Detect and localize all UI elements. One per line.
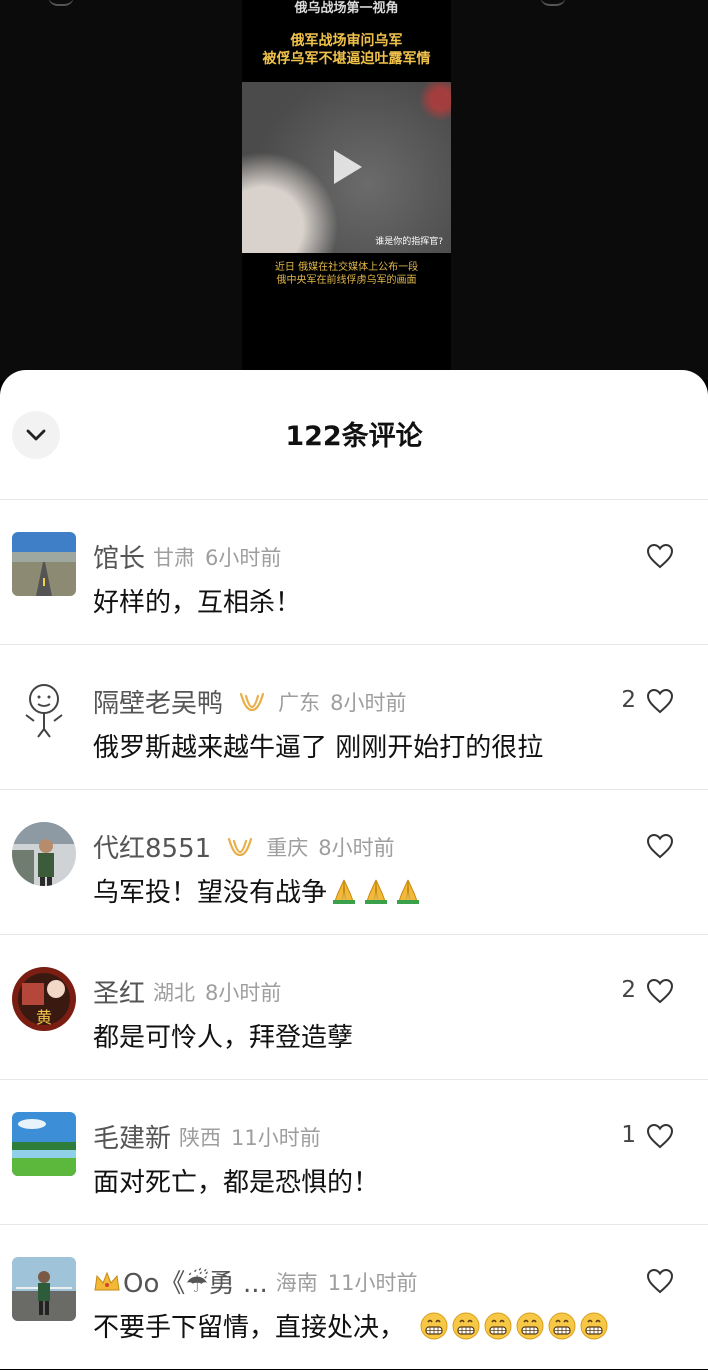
comment-text: 乌军投！望没有战争	[93, 872, 423, 909]
heart-outline-icon[interactable]	[646, 1123, 674, 1149]
username[interactable]: 代红8551	[93, 834, 211, 864]
avatar[interactable]: 黄	[12, 967, 76, 1031]
grinning-face-emoji	[484, 1312, 512, 1340]
video-headline-2: 被俘乌军不堪逼迫吐露军情	[262, 51, 431, 67]
username[interactable]: 隔壁老吴鸭	[93, 689, 223, 719]
crown-emoji	[94, 1271, 120, 1290]
play-icon[interactable]	[334, 150, 362, 184]
username[interactable]: 毛建新	[93, 1124, 171, 1154]
timestamp: 11小时前	[231, 1125, 321, 1150]
like-count: 1	[621, 1122, 636, 1148]
crown-badge-icon	[240, 692, 265, 711]
heart-outline-icon[interactable]	[646, 1268, 674, 1294]
heart-outline-icon[interactable]	[646, 978, 674, 1004]
video-frame-subtitle: 谁是你的指挥官?	[375, 237, 443, 247]
avatar[interactable]	[12, 1112, 76, 1176]
timestamp: 8小时前	[205, 980, 282, 1005]
comments-sheet: 122条评论 馆长 甘肃 6小时前 好样的，互相杀！ 隔壁老吴鸭 广东 8小时前…	[0, 370, 708, 1369]
video-player[interactable]: 俄乌战场第一视角 俄军战场审问乌军 被俘乌军不堪逼迫吐露军情 谁是你的指挥官? …	[0, 0, 708, 380]
username[interactable]: Oo《☔勇 ...	[123, 1269, 268, 1299]
svg-text:黄: 黄	[36, 1008, 52, 1027]
heart-outline-icon[interactable]	[646, 688, 674, 714]
comment-item: 代红8551 重庆 8小时前 乌军投！望没有战争	[0, 789, 708, 935]
comment-item: 毛建新 陕西 11小时前 面对死亡，都是恐惧的！ 1	[0, 1079, 708, 1225]
like-count: 2	[621, 687, 636, 713]
comment-text: 不要手下留情，直接处决，	[93, 1307, 609, 1344]
video-headline-1: 俄军战场审问乌军	[290, 33, 403, 49]
grinning-face-emoji	[548, 1312, 576, 1340]
location: 海南	[275, 1270, 318, 1295]
crown-badge-icon	[228, 837, 253, 856]
avatar[interactable]	[12, 677, 76, 741]
comment-text-content: 乌军投！望没有战争	[93, 878, 328, 908]
video-subtitle-2: 俄中央军在前线俘虏乌军的画面	[276, 275, 417, 286]
overlay-hint-left	[48, 0, 74, 6]
avatar[interactable]	[12, 532, 76, 596]
praying-hands-emoji	[333, 879, 356, 904]
praying-hands-emoji	[365, 879, 388, 904]
heart-outline-icon[interactable]	[646, 833, 674, 859]
username[interactable]: 馆长	[93, 544, 145, 574]
timestamp: 8小时前	[330, 690, 407, 715]
comment-text: 俄罗斯越来越牛逼了 刚刚开始打的很拉	[93, 733, 544, 763]
grinning-face-emoji	[452, 1312, 480, 1340]
comment-text: 好样的，互相杀！	[93, 588, 302, 618]
grinning-face-emoji	[580, 1312, 608, 1340]
location: 广东	[278, 690, 321, 715]
comment-item: 馆长 甘肃 6小时前 好样的，互相杀！	[0, 499, 708, 645]
location: 陕西	[179, 1125, 222, 1150]
comment-item: Oo《☔勇 ... 海南 11小时前 不要手下留情，直接处决，	[0, 1224, 708, 1370]
video-still[interactable]: 谁是你的指挥官?	[242, 82, 451, 253]
grinning-face-emoji	[516, 1312, 544, 1340]
location: 重庆	[266, 835, 309, 860]
timestamp: 6小时前	[205, 545, 282, 570]
comments-count-title: 122条评论	[285, 421, 423, 452]
like-count: 2	[621, 977, 636, 1003]
location: 湖北	[153, 980, 196, 1005]
comment-item: 黄 圣红 湖北 8小时前 都是可怜人，拜登造孽 2	[0, 934, 708, 1080]
praying-hands-emoji	[397, 879, 420, 904]
timestamp: 11小时前	[327, 1270, 418, 1295]
comment-text: 都是可怜人，拜登造孽	[93, 1023, 354, 1053]
avatar[interactable]	[12, 822, 76, 886]
comment-text-content: 不要手下留情，直接处决，	[93, 1313, 406, 1343]
comment-text: 面对死亡，都是恐惧的！	[93, 1168, 380, 1198]
location: 甘肃	[153, 545, 196, 570]
comment-item: 隔壁老吴鸭 广东 8小时前 俄罗斯越来越牛逼了 刚刚开始打的很拉 2	[0, 644, 708, 790]
video-top-caption: 俄乌战场第一视角	[294, 1, 399, 16]
heart-outline-icon[interactable]	[646, 543, 674, 569]
avatar[interactable]	[12, 1257, 76, 1321]
video-frame[interactable]: 俄乌战场第一视角 俄军战场审问乌军 被俘乌军不堪逼迫吐露军情 谁是你的指挥官? …	[242, 0, 451, 380]
grinning-face-emoji	[420, 1312, 448, 1340]
username[interactable]: 圣红	[93, 979, 145, 1009]
overlay-hint-right	[540, 0, 566, 6]
timestamp: 8小时前	[318, 835, 395, 860]
